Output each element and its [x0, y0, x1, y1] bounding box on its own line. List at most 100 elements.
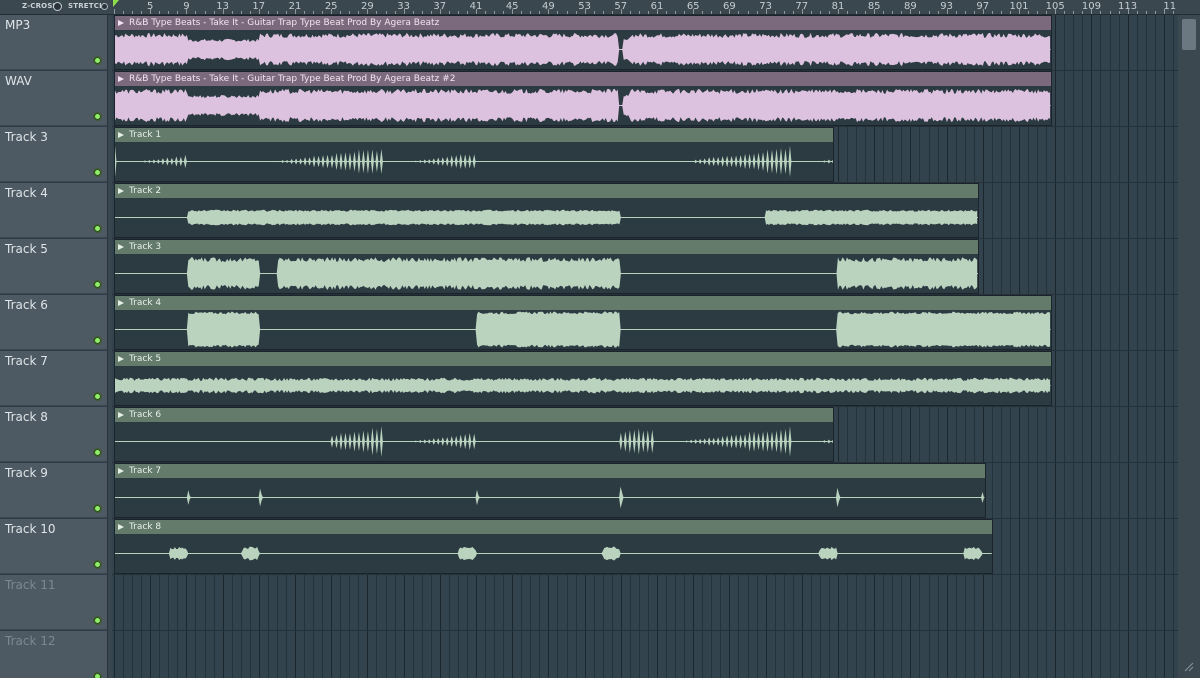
clip-waveform-area[interactable] — [115, 478, 985, 517]
track-enable-led-icon[interactable] — [93, 392, 102, 401]
audio-clip[interactable]: R&B Type Beats - Take It - Guitar Trap T… — [114, 15, 1052, 70]
clip-title-bar[interactable]: Track 6 — [115, 408, 834, 422]
track-header[interactable]: Track 4 — [0, 183, 107, 238]
clip-waveform-area[interactable] — [115, 366, 1051, 405]
track-enable-led-icon[interactable] — [93, 112, 102, 121]
ruler-tick — [249, 11, 251, 14]
clip-title-bar[interactable]: Track 2 — [115, 184, 979, 198]
ruler-tick — [267, 11, 269, 14]
track-enable-led-icon[interactable] — [93, 560, 102, 569]
track-header[interactable]: Track 8 — [0, 407, 107, 462]
clip-waveform-area[interactable] — [115, 422, 834, 461]
clip-title-bar[interactable]: R&B Type Beats - Take It - Guitar Trap T… — [115, 16, 1051, 30]
scrollbar-thumb[interactable] — [1182, 19, 1196, 50]
ruler-tick — [485, 11, 487, 14]
ruler-tick — [141, 11, 143, 14]
clip-title-bar[interactable]: Track 5 — [115, 352, 1051, 366]
resize-grip-icon[interactable] — [1182, 658, 1196, 674]
audio-clip[interactable]: Track 5 — [114, 351, 1052, 406]
ruler-tick — [512, 9, 514, 14]
track-header[interactable]: Track 7 — [0, 351, 107, 406]
playlist-grid[interactable]: R&B Type Beats - Take It - Guitar Trap T… — [112, 15, 1178, 678]
clip-title-bar[interactable]: Track 3 — [115, 240, 979, 254]
zcross-toggle-icon[interactable] — [53, 2, 62, 11]
ruler-tick — [1082, 11, 1084, 14]
play-arrow-icon[interactable] — [118, 132, 124, 138]
ruler-controls: Z-CROSS STRETCH — [0, 0, 112, 14]
audio-clip[interactable]: Track 2 — [114, 183, 980, 238]
clip-waveform-area[interactable] — [115, 86, 1051, 125]
track-header[interactable]: Track 12 — [0, 631, 107, 678]
clip-waveform-area[interactable] — [115, 310, 1051, 349]
play-arrow-icon[interactable] — [118, 356, 124, 362]
ruler-tick — [611, 11, 613, 14]
track-header[interactable]: Track 5 — [0, 239, 107, 294]
play-arrow-icon[interactable] — [118, 412, 124, 418]
clip-waveform-area[interactable] — [115, 198, 979, 237]
stretch-label: STRETCH — [68, 2, 106, 10]
ruler-tick — [702, 11, 704, 14]
play-arrow-icon[interactable] — [118, 244, 124, 250]
waveform — [115, 257, 979, 290]
clip-waveform-area[interactable] — [115, 30, 1051, 69]
audio-clip[interactable]: R&B Type Beats - Take It - Guitar Trap T… — [114, 71, 1052, 126]
play-arrow-icon[interactable] — [118, 188, 124, 194]
play-arrow-icon[interactable] — [118, 468, 124, 474]
track-header[interactable]: WAV — [0, 71, 107, 126]
clip-title-bar[interactable]: Track 1 — [115, 128, 834, 142]
track-enable-led-icon[interactable] — [93, 616, 102, 625]
ruler-tick — [476, 9, 477, 14]
ruler-tick — [856, 11, 858, 14]
ruler-tick — [919, 11, 921, 14]
track-enable-led-icon[interactable] — [93, 336, 102, 345]
clip-title-bar[interactable]: R&B Type Beats - Take It - Guitar Trap T… — [115, 72, 1051, 86]
play-arrow-icon[interactable] — [118, 300, 124, 306]
clip-waveform-area[interactable] — [115, 254, 979, 293]
vertical-scrollbar[interactable] — [1178, 15, 1200, 678]
track-name: Track 5 — [5, 242, 48, 256]
track-header[interactable]: Track 11 — [0, 575, 107, 630]
clip-title-bar[interactable]: Track 7 — [115, 464, 985, 478]
track-header[interactable]: Track 9 — [0, 463, 107, 518]
playhead-marker-icon[interactable] — [113, 0, 119, 7]
track-enable-led-icon[interactable] — [93, 672, 102, 678]
audio-clip[interactable]: Track 4 — [114, 295, 1052, 350]
ruler-tick — [322, 11, 324, 14]
ruler-tick — [394, 11, 396, 14]
track-name: Track 11 — [5, 578, 56, 592]
clip-title-bar[interactable]: Track 8 — [115, 520, 992, 534]
play-arrow-icon[interactable] — [118, 524, 124, 530]
track-enable-led-icon[interactable] — [93, 448, 102, 457]
track-enable-led-icon[interactable] — [93, 504, 102, 513]
ruler-tick — [955, 11, 957, 14]
stretch-toggle-icon[interactable] — [101, 3, 108, 10]
play-arrow-icon[interactable] — [118, 20, 124, 26]
track-name: Track 7 — [5, 354, 48, 368]
ruler-tick — [693, 9, 695, 14]
track-header[interactable]: MP3 — [0, 15, 107, 70]
track-enable-led-icon[interactable] — [93, 280, 102, 289]
clip-title-bar[interactable]: Track 4 — [115, 296, 1051, 310]
track-enable-led-icon[interactable] — [93, 224, 102, 233]
ruler-tick — [720, 11, 722, 14]
audio-clip[interactable]: Track 6 — [114, 407, 835, 462]
clip-waveform-area[interactable] — [115, 534, 992, 573]
grid-line — [1127, 15, 1129, 678]
ruler-tick — [1172, 11, 1174, 14]
track-header[interactable]: Track 6 — [0, 295, 107, 350]
playlist-window: Z-CROSS STRETCH 5 9 13 17 21 25 29 33 37 41 45 49 53… — [0, 0, 1200, 678]
track-header[interactable]: Track 3 — [0, 127, 107, 182]
track-header[interactable]: Track 10 — [0, 519, 107, 574]
audio-clip[interactable]: Track 7 — [114, 463, 986, 518]
play-arrow-icon[interactable] — [118, 76, 124, 82]
track-enable-led-icon[interactable] — [93, 56, 102, 65]
track-enable-led-icon[interactable] — [93, 168, 102, 177]
ruler-tick — [991, 11, 993, 14]
ruler-tick — [123, 11, 125, 14]
clip-waveform-area[interactable] — [115, 142, 834, 181]
audio-clip[interactable]: Track 8 — [114, 519, 993, 574]
ruler-tick — [313, 11, 315, 14]
audio-clip[interactable]: Track 3 — [114, 239, 980, 294]
timeline-ruler[interactable]: Z-CROSS STRETCH 5 9 13 17 21 25 29 33 37 41 45 49 53… — [0, 0, 1200, 15]
audio-clip[interactable]: Track 1 — [114, 127, 835, 182]
